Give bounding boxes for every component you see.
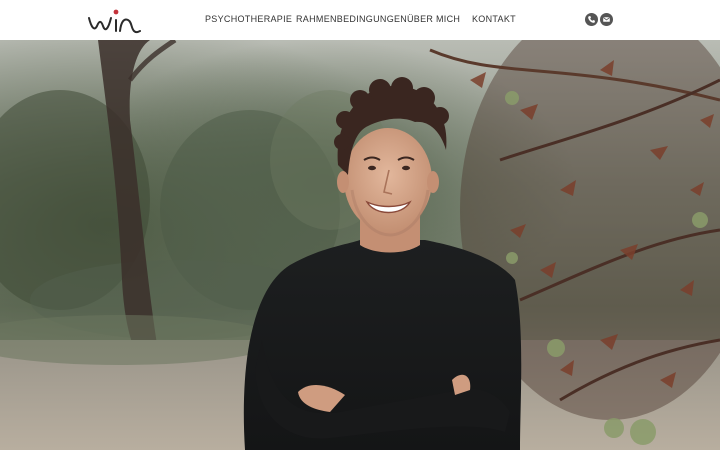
nav-kontakt[interactable]: KONTAKT [472, 14, 516, 24]
mail-icon[interactable] [600, 13, 613, 26]
hero-image [0, 40, 720, 450]
contact-icons [585, 13, 615, 27]
logo[interactable] [86, 4, 142, 36]
nav-ueber-mich[interactable]: ÜBER MICH [407, 14, 460, 24]
nav-rahmenbedingungen[interactable]: RAHMENBEDINGUNGEN [296, 14, 407, 24]
site-header: PSYCHOTHERAPIE RAHMENBEDINGUNGEN ÜBER MI… [0, 0, 720, 40]
portrait-photo [0, 40, 720, 450]
phone-icon[interactable] [585, 13, 598, 26]
logo-mark [88, 9, 141, 34]
nav-psychotherapie[interactable]: PSYCHOTHERAPIE [205, 14, 292, 24]
